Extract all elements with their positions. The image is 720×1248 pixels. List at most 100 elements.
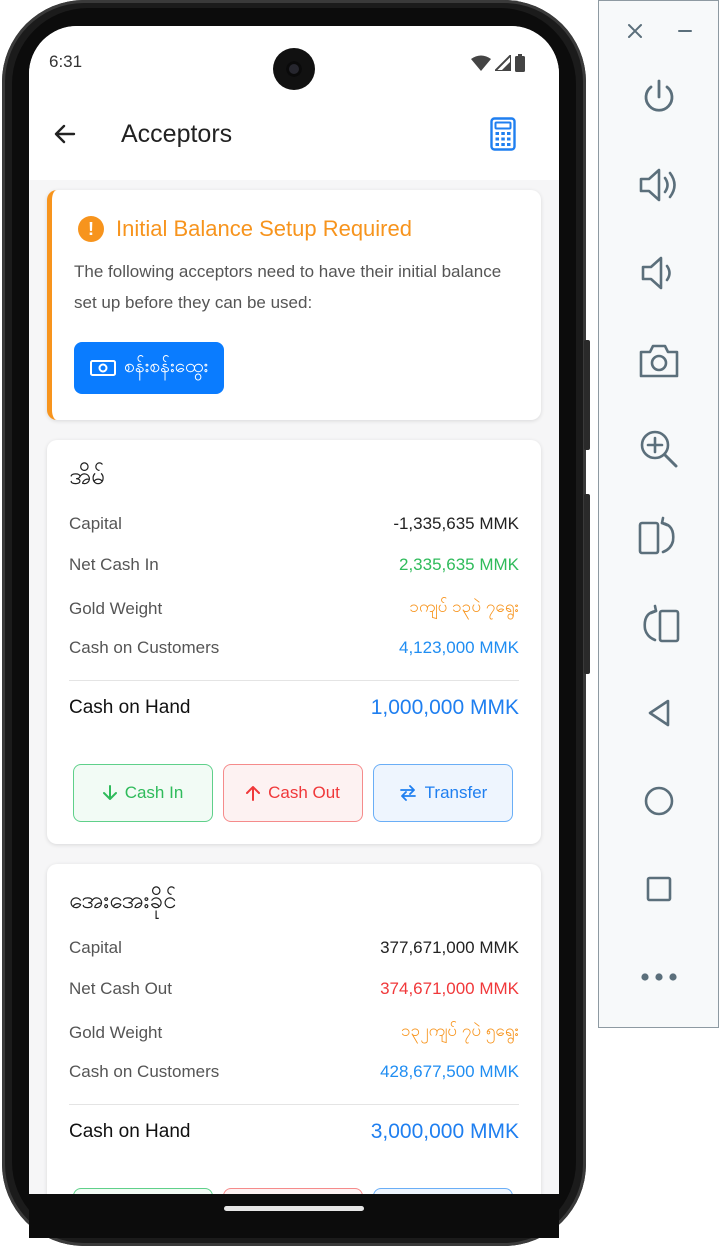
device-power-key xyxy=(584,340,590,450)
overview-icon xyxy=(646,876,672,902)
warning-icon: ! xyxy=(78,216,104,242)
cash-out-label: Cash Out xyxy=(268,783,340,802)
swap-icon xyxy=(399,785,416,801)
front-camera xyxy=(273,48,315,90)
acceptor-card: အိမ် Capital -1,335,635 MMK Net Cash In … xyxy=(47,440,541,844)
home-nav-button[interactable] xyxy=(633,775,685,827)
warning-title: Initial Balance Setup Required xyxy=(116,216,412,241)
more-icon xyxy=(641,973,677,981)
toolbar-window-controls xyxy=(599,15,720,47)
back-icon xyxy=(648,699,670,727)
cash-on-customers-value: 4,123,000 MMK xyxy=(398,638,519,657)
transfer-button[interactable]: Transfer xyxy=(373,764,513,822)
cash-on-customers-value: 428,677,500 MMK xyxy=(380,1062,519,1081)
gold-weight-label: Gold Weight xyxy=(69,1022,163,1042)
cash-on-hand-row: Cash on Hand 3,000,000 MMK xyxy=(69,1120,519,1144)
capital-row: Capital -1,335,635 MMK xyxy=(69,514,519,534)
cash-in-label: Cash In xyxy=(124,783,184,802)
warning-header: ! Initial Balance Setup Required xyxy=(78,216,412,242)
cash-on-customers-row: Cash on Customers 428,677,500 MMK xyxy=(69,1062,519,1082)
divider xyxy=(69,1104,519,1105)
cash-on-hand-row: Cash on Hand 1,000,000 MMK xyxy=(69,696,519,720)
capital-row: Capital 377,671,000 MMK xyxy=(69,938,519,958)
zoom-button[interactable] xyxy=(633,423,685,475)
gesture-home-bar[interactable] xyxy=(224,1206,364,1211)
cash-on-hand-value: 1,000,000 MMK xyxy=(370,696,519,719)
rotate-right-icon xyxy=(643,604,680,643)
system-icons xyxy=(471,54,525,72)
balance-warning-card: ! Initial Balance Setup Required The fol… xyxy=(47,190,541,420)
gold-weight-value: ၁ကျပ် ၁၃ပဲ ၇ရွေး xyxy=(409,597,519,616)
net-cash-label: Net Cash In xyxy=(69,555,159,574)
cash-on-customers-row: Cash on Customers 4,123,000 MMK xyxy=(69,638,519,658)
net-cash-label: Net Cash Out xyxy=(69,979,172,998)
capital-label: Capital xyxy=(69,514,122,533)
cash-on-hand-value: 3,000,000 MMK xyxy=(370,1120,519,1143)
home-icon xyxy=(644,786,674,816)
acceptor-name: အေးအေးခိုင် xyxy=(69,887,177,914)
power-button[interactable] xyxy=(633,71,685,123)
minimize-icon xyxy=(678,30,692,32)
device-volume-key xyxy=(584,494,590,674)
minimize-button[interactable] xyxy=(673,15,697,47)
page-title: Acceptors xyxy=(121,120,233,148)
more-button[interactable] xyxy=(633,951,685,1003)
calculator-button[interactable] xyxy=(485,114,521,154)
app-screen: 6:31 Acceptors ! Initial Balance Setup R… xyxy=(29,26,559,1194)
close-button[interactable] xyxy=(623,15,647,47)
acceptor-card: အေးအေးခိုင် Capital 377,671,000 MMK Net … xyxy=(47,864,541,1194)
warning-message: The following acceptors need to have the… xyxy=(74,262,502,312)
capital-label: Capital xyxy=(69,938,122,957)
rotate-right-button[interactable] xyxy=(633,599,685,651)
gold-weight-row: Gold Weight ၁၃၂ကျပ် ၇ပဲ ၅ရွေး xyxy=(69,1020,519,1045)
acceptor-name: အိမ် xyxy=(69,463,105,490)
money-icon xyxy=(90,360,116,376)
power-icon xyxy=(644,79,674,112)
status-time: 6:31 xyxy=(49,52,83,71)
net-cash-row: Net Cash In 2,335,635 MMK xyxy=(69,555,519,575)
back-button[interactable] xyxy=(49,118,81,150)
cash-on-customers-label: Cash on Customers xyxy=(69,638,220,657)
arrow-down-icon xyxy=(102,785,117,800)
volume-up-icon xyxy=(639,168,676,202)
signal-icon xyxy=(495,55,511,71)
transfer-label: Transfer xyxy=(424,783,488,802)
volume-up-button[interactable] xyxy=(633,159,685,211)
gold-weight-label: Gold Weight xyxy=(69,598,163,618)
battery-icon xyxy=(515,54,525,72)
overview-nav-button[interactable] xyxy=(633,863,685,915)
rotate-left-icon xyxy=(638,516,675,555)
content-area: ! Initial Balance Setup Required The fol… xyxy=(29,180,559,1194)
arrow-left-icon xyxy=(54,124,76,144)
setup-acceptor-button[interactable]: စန်းစန်းထွေး xyxy=(74,342,225,394)
status-bar: 6:31 xyxy=(29,26,559,96)
cash-on-hand-label: Cash on Hand xyxy=(69,1121,191,1142)
cash-on-hand-label: Cash on Hand xyxy=(69,697,191,718)
emulator-toolbar xyxy=(598,0,719,1028)
calculator-icon xyxy=(490,117,516,151)
arrow-up-icon xyxy=(246,786,261,801)
app-bar: Acceptors xyxy=(29,96,559,180)
capital-value: 377,671,000 MMK xyxy=(380,938,519,957)
capital-value: -1,335,635 MMK xyxy=(393,514,519,533)
volume-down-button[interactable] xyxy=(633,247,685,299)
net-cash-value: 374,671,000 MMK xyxy=(380,979,519,998)
camera-icon xyxy=(639,344,679,378)
screenshot-button[interactable] xyxy=(633,335,685,387)
rotate-left-button[interactable] xyxy=(633,511,685,563)
device-frame: 6:31 Acceptors ! Initial Balance Setup R… xyxy=(2,0,590,1246)
back-nav-button[interactable] xyxy=(633,687,685,739)
gold-weight-value: ၁၃၂ကျပ် ၇ပဲ ၅ရွေး xyxy=(401,1021,519,1040)
bottom-bezel xyxy=(29,1194,559,1238)
net-cash-row: Net Cash Out 374,671,000 MMK xyxy=(69,979,519,999)
divider xyxy=(69,680,519,681)
wifi-icon xyxy=(471,55,491,71)
close-icon xyxy=(628,24,642,38)
cash-in-button[interactable]: Cash In xyxy=(73,764,213,822)
cash-on-customers-label: Cash on Customers xyxy=(69,1062,220,1081)
gold-weight-row: Gold Weight ၁ကျပ် ၁၃ပဲ ၇ရွေး xyxy=(69,596,519,621)
zoom-icon xyxy=(640,430,678,468)
volume-down-icon xyxy=(641,256,671,290)
setup-acceptor-label: စန်းစန်းထွေး xyxy=(124,356,209,377)
cash-out-button[interactable]: Cash Out xyxy=(223,764,363,822)
